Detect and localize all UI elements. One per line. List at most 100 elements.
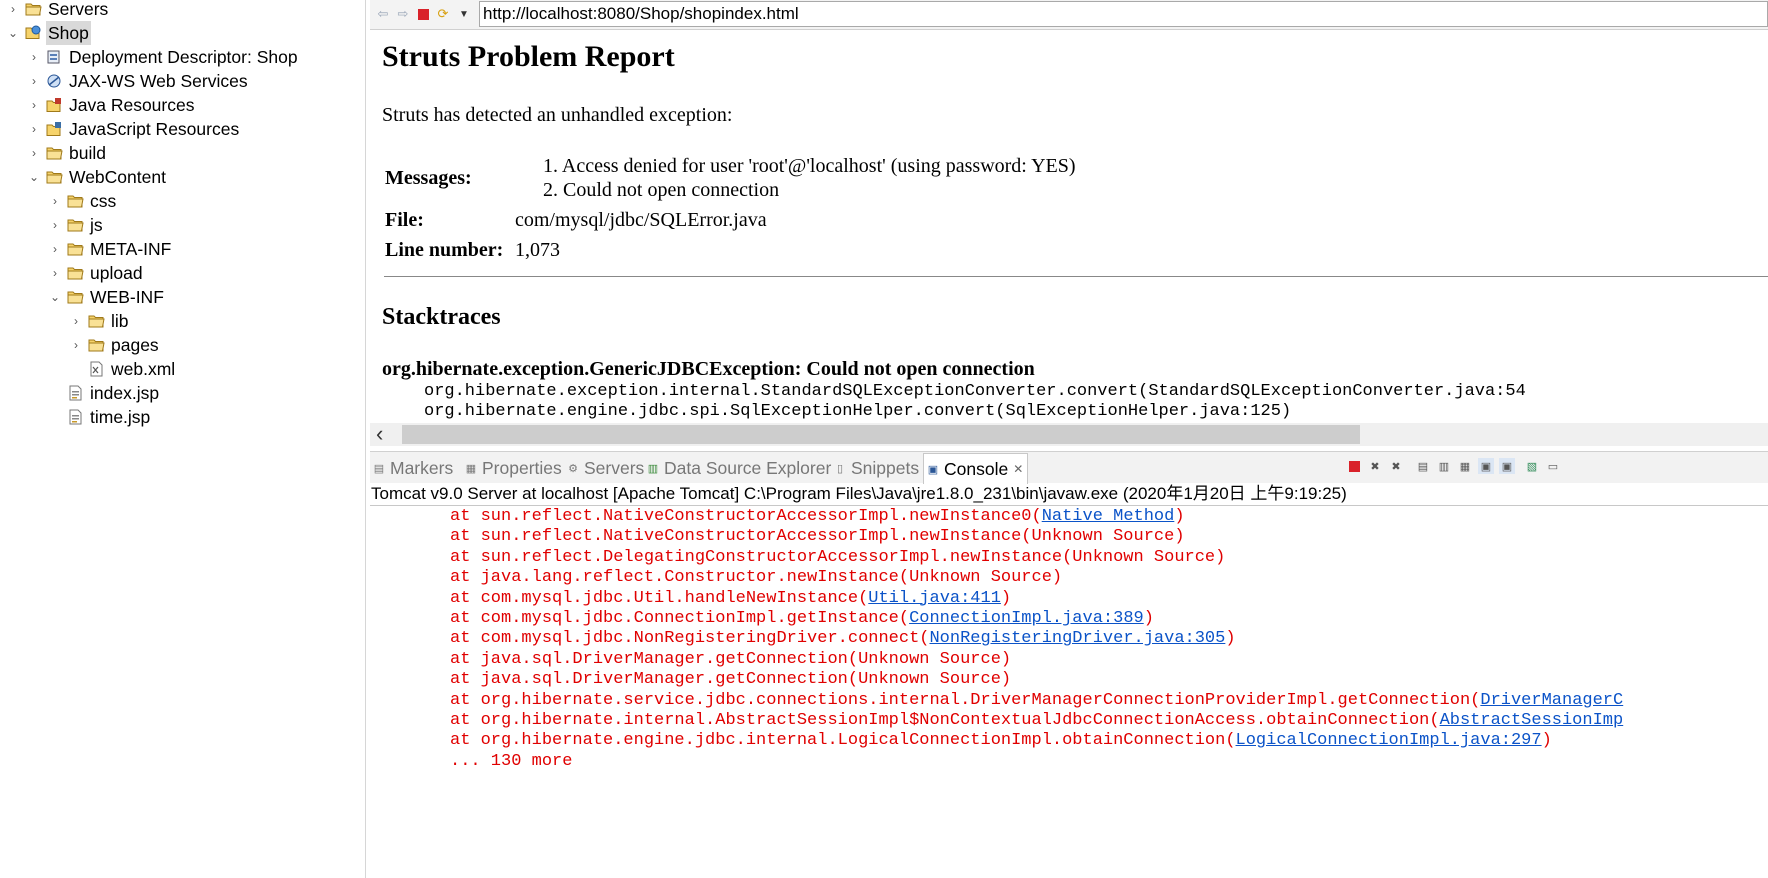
chevron-down-icon[interactable]: ⌄ bbox=[27, 165, 41, 189]
console-line-text: at sun.reflect.DelegatingConstructorAcce… bbox=[450, 547, 1226, 567]
chevron-right-icon[interactable]: › bbox=[27, 69, 41, 93]
chevron-right-icon[interactable]: › bbox=[27, 141, 41, 165]
tree-item-javascript-resources[interactable]: › JavaScript Resources bbox=[27, 117, 241, 141]
chevron-down-icon[interactable]: ⌄ bbox=[6, 21, 20, 45]
messages-label: Messages: bbox=[385, 167, 472, 189]
source-link[interactable]: Util.java:411 bbox=[868, 589, 1001, 608]
chevron-right-icon[interactable]: › bbox=[69, 333, 83, 357]
refresh-icon[interactable]: ⟳ bbox=[435, 6, 451, 22]
javascript-resources-icon bbox=[46, 121, 63, 137]
back-icon[interactable]: ⇦ bbox=[375, 6, 391, 22]
remove-launch-icon[interactable]: ✖ bbox=[1367, 458, 1383, 474]
tab-label: Snippets bbox=[851, 457, 920, 478]
tree-item-lib[interactable]: › lib bbox=[69, 309, 131, 333]
tree-item-js[interactable]: › js bbox=[48, 213, 105, 237]
display-console-icon[interactable]: ▭ bbox=[1545, 458, 1561, 474]
chevron-right-icon[interactable]: › bbox=[27, 117, 41, 141]
tab-properties[interactable]: ▦ Properties bbox=[464, 454, 562, 482]
word-wrap-icon[interactable]: ▦ bbox=[1457, 458, 1473, 474]
source-link[interactable]: LogicalConnectionImpl.java:297 bbox=[1236, 731, 1542, 750]
tree-item-time-jsp[interactable]: time.jsp bbox=[48, 405, 152, 429]
chevron-right-icon[interactable]: › bbox=[48, 213, 62, 237]
source-link[interactable]: ConnectionImpl.java:389 bbox=[909, 609, 1144, 628]
console-line: at org.hibernate.internal.AbstractSessio… bbox=[450, 711, 1623, 731]
console-line-text: at com.mysql.jdbc.Util.handleNewInstance… bbox=[450, 588, 869, 608]
source-link[interactable]: AbstractSessionImp bbox=[1440, 711, 1624, 730]
console-line-text: at com.mysql.jdbc.NonRegisteringDriver.c… bbox=[450, 629, 930, 649]
console-line-tail: ) bbox=[1000, 588, 1012, 608]
tree-item-label: web.xml bbox=[111, 359, 176, 379]
tree-item-web-xml[interactable]: web.xml bbox=[69, 357, 177, 381]
tree-item-servers[interactable]: › Servers bbox=[6, 0, 110, 21]
console-line: ... 130 more bbox=[450, 752, 572, 772]
line-number-value: 1,073 bbox=[515, 239, 560, 261]
console-line: at com.mysql.jdbc.ConnectionImpl.getInst… bbox=[450, 609, 1154, 629]
source-link[interactable]: DriverManagerC bbox=[1480, 691, 1623, 710]
stop-icon[interactable] bbox=[415, 6, 431, 22]
tab-data-source-explorer[interactable]: ▥ Data Source Explorer bbox=[646, 454, 832, 482]
java-resources-icon bbox=[46, 97, 63, 113]
close-icon[interactable]: ✕ bbox=[1013, 462, 1023, 476]
show-on-stdout-icon[interactable]: ▣ bbox=[1478, 458, 1494, 474]
chevron-right-icon[interactable]: › bbox=[27, 45, 41, 69]
xml-file-icon bbox=[88, 361, 105, 377]
tree-item-index-jsp[interactable]: index.jsp bbox=[48, 381, 161, 405]
chevron-down-icon[interactable]: ▼ bbox=[456, 6, 472, 22]
tab-snippets[interactable]: ▯ Snippets bbox=[833, 454, 919, 482]
tree-item-pages[interactable]: › pages bbox=[69, 333, 161, 357]
tree-item-css[interactable]: › css bbox=[48, 189, 118, 213]
chevron-right-icon[interactable]: › bbox=[27, 93, 41, 117]
tree-item-meta-inf[interactable]: › META-INF bbox=[48, 237, 173, 261]
properties-icon: ▦ bbox=[465, 462, 477, 475]
horizontal-scrollbar[interactable]: ‹ bbox=[370, 423, 1768, 446]
chevron-right-icon[interactable]: › bbox=[48, 237, 62, 261]
folder-icon bbox=[67, 241, 84, 257]
tree-item-jax-ws-web-services[interactable]: › JAX-WS Web Services bbox=[27, 69, 250, 93]
tree-item-web-inf[interactable]: ⌄ WEB-INF bbox=[48, 285, 166, 309]
pin-console-icon[interactable]: ▧ bbox=[1524, 458, 1540, 474]
tree-item-label: index.jsp bbox=[90, 383, 160, 403]
servers-icon: ⚙ bbox=[568, 462, 578, 475]
tab-markers[interactable]: ▤ Markers bbox=[372, 454, 453, 482]
url-input[interactable]: http://localhost:8080/Shop/shopindex.htm… bbox=[479, 1, 1768, 27]
chevron-right-icon[interactable]: › bbox=[48, 261, 62, 285]
jsp-file-icon bbox=[67, 409, 84, 425]
chevron-right-icon[interactable]: › bbox=[6, 0, 20, 21]
tree-item-deployment-descriptor-shop[interactable]: › Deployment Descriptor: Shop bbox=[27, 45, 300, 69]
console-line: at java.sql.DriverManager.getConnection(… bbox=[450, 650, 1011, 670]
console-line: at sun.reflect.DelegatingConstructorAcce… bbox=[450, 548, 1225, 568]
tree-item-java-resources[interactable]: › Java Resources bbox=[27, 93, 196, 117]
remove-all-terminated-icon[interactable]: ✖ bbox=[1388, 458, 1404, 474]
tab-label: Servers bbox=[584, 457, 645, 478]
forward-icon[interactable]: ⇨ bbox=[395, 6, 411, 22]
terminate-icon[interactable] bbox=[1346, 458, 1362, 474]
data-source-icon: ▥ bbox=[647, 462, 659, 475]
chevron-down-icon[interactable]: ⌄ bbox=[48, 285, 62, 309]
console-line-text: at sun.reflect.NativeConstructorAccessor… bbox=[450, 507, 1042, 526]
console-line-tail: ) bbox=[1541, 731, 1552, 751]
divider bbox=[384, 276, 1768, 277]
tree-item-label: JAX-WS Web Services bbox=[69, 71, 248, 91]
markers-icon: ▤ bbox=[373, 462, 385, 475]
tree-item-upload[interactable]: › upload bbox=[48, 261, 145, 285]
console-line-text: at org.hibernate.service.jdbc.connection… bbox=[450, 690, 1481, 710]
clear-console-icon[interactable]: ▤ bbox=[1415, 458, 1431, 474]
tab-label: Data Source Explorer bbox=[664, 457, 832, 478]
tree-item-label: lib bbox=[111, 311, 129, 331]
scrollbar-thumb[interactable] bbox=[402, 425, 1360, 444]
chevron-right-icon[interactable]: › bbox=[69, 309, 83, 333]
console-line: at com.mysql.jdbc.NonRegisteringDriver.c… bbox=[450, 629, 1236, 649]
tree-item-build[interactable]: › build bbox=[27, 141, 108, 165]
tree-item-webcontent[interactable]: ⌄ WebContent bbox=[27, 165, 168, 189]
scroll-left-icon[interactable]: ‹ bbox=[376, 423, 383, 445]
tree-item-label: Shop bbox=[46, 21, 91, 45]
source-link[interactable]: NonRegisteringDriver.java:305 bbox=[929, 629, 1225, 648]
source-link[interactable]: Native Method bbox=[1042, 507, 1175, 526]
stacktrace-line: org.hibernate.engine.jdbc.spi.SqlExcepti… bbox=[424, 402, 1292, 421]
scroll-lock-icon[interactable]: ▥ bbox=[1436, 458, 1452, 474]
tab-console[interactable]: ▣ Console ✕ bbox=[923, 453, 1029, 484]
show-on-stderr-icon[interactable]: ▣ bbox=[1499, 458, 1515, 474]
tab-servers[interactable]: ⚙ Servers bbox=[566, 454, 644, 482]
tree-item-shop[interactable]: ⌄ Shop bbox=[6, 21, 91, 45]
chevron-right-icon[interactable]: › bbox=[48, 189, 62, 213]
